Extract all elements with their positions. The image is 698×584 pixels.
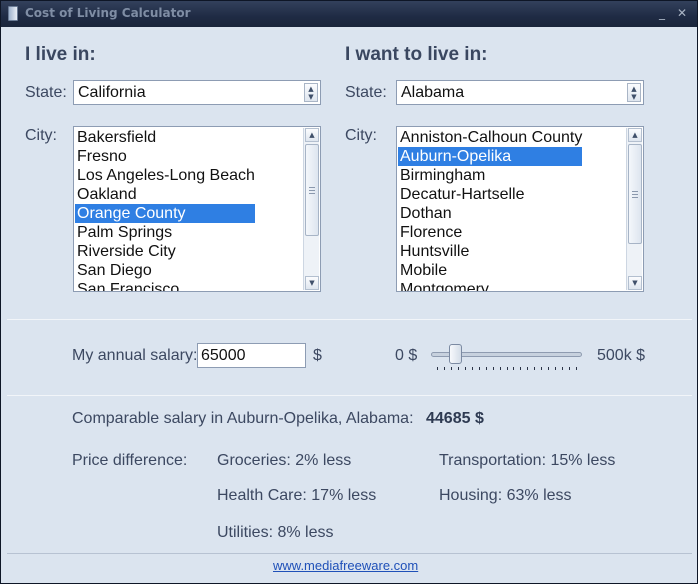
right-state-label: State: bbox=[345, 84, 387, 101]
left-state-value: California bbox=[78, 84, 146, 101]
left-state-select[interactable]: California ▲ ▼ bbox=[73, 80, 321, 105]
scroll-thumb[interactable] bbox=[305, 144, 319, 236]
right-state-value: Alabama bbox=[401, 84, 465, 101]
comparable-salary-value: 44685 $ bbox=[426, 410, 484, 427]
list-item[interactable]: Mobile bbox=[398, 261, 582, 280]
slider-tick bbox=[555, 367, 557, 370]
right-city-scrollbar[interactable]: ▲ ▼ bbox=[626, 128, 642, 290]
slider-tick bbox=[492, 367, 494, 370]
slider-tick bbox=[527, 367, 529, 370]
right-city-list[interactable]: Anniston-Calhoun County Auburn-Opelika Bir… bbox=[396, 126, 644, 292]
slider-max-label: 500k $ bbox=[597, 347, 646, 364]
slider-min-label: 0 $ bbox=[395, 347, 418, 364]
salary-slider-thumb[interactable] bbox=[448, 344, 462, 364]
left-state-label: State: bbox=[25, 84, 67, 101]
list-item[interactable]: Riverside City bbox=[75, 242, 255, 261]
list-item[interactable]: San Diego bbox=[75, 261, 255, 280]
slider-tick bbox=[478, 367, 480, 370]
slider-tick bbox=[506, 367, 508, 370]
list-item[interactable]: Fresno bbox=[75, 147, 255, 166]
left-city-scrollbar[interactable]: ▲ ▼ bbox=[303, 128, 319, 290]
salary-currency: $ bbox=[313, 347, 322, 364]
divider bbox=[7, 319, 692, 320]
list-item[interactable]: Huntsville bbox=[398, 242, 582, 261]
slider-tick bbox=[569, 367, 571, 370]
live-in-heading: I live in: bbox=[25, 44, 96, 65]
groceries-diff: Groceries: 2% less bbox=[217, 452, 352, 469]
list-item[interactable]: San Francisco bbox=[75, 280, 255, 291]
list-item[interactable]: Oakland bbox=[75, 185, 255, 204]
list-item[interactable]: Montgomery bbox=[398, 280, 582, 291]
right-state-select[interactable]: Alabama ▲ ▼ bbox=[396, 80, 644, 105]
slider-tick bbox=[443, 367, 445, 370]
list-item[interactable]: Auburn-Opelika bbox=[398, 147, 583, 166]
left-city-label: City: bbox=[25, 127, 57, 144]
scroll-up-icon[interactable]: ▲ bbox=[305, 128, 319, 142]
want-to-live-heading: I want to live in: bbox=[345, 44, 488, 65]
slider-tick bbox=[499, 367, 501, 370]
comparable-salary-label: Comparable salary in Auburn-Opelika, Ala… bbox=[72, 410, 414, 427]
slider-tick bbox=[541, 367, 543, 370]
slider-tick bbox=[464, 367, 466, 370]
list-item[interactable]: Bakersfield bbox=[75, 128, 255, 147]
transportation-diff: Transportation: 15% less bbox=[439, 452, 616, 469]
list-item[interactable]: Decatur-Hartselle bbox=[398, 185, 582, 204]
utilities-diff: Utilities: 8% less bbox=[217, 524, 334, 541]
salary-input[interactable]: 65000 bbox=[197, 343, 306, 368]
app-window: Cost of Living Calculator _ ✕ I live in:… bbox=[0, 0, 698, 584]
title-bar[interactable]: Cost of Living Calculator _ ✕ bbox=[1, 1, 697, 27]
slider-tick bbox=[562, 367, 564, 370]
list-item[interactable]: Dothan bbox=[398, 204, 582, 223]
slider-tick bbox=[520, 367, 522, 370]
scroll-down-icon[interactable]: ▼ bbox=[628, 276, 642, 290]
list-item[interactable]: Orange County bbox=[75, 204, 255, 223]
slider-tick bbox=[534, 367, 536, 370]
right-city-items: Anniston-Calhoun County Auburn-Opelika Bir… bbox=[398, 128, 583, 291]
slider-tick bbox=[437, 367, 438, 370]
salary-value: 65000 bbox=[201, 347, 246, 364]
slider-tick bbox=[471, 367, 473, 370]
left-city-items: Bakersfield Fresno Los Angeles-Long Beach O… bbox=[75, 128, 255, 291]
slider-tick bbox=[450, 367, 452, 370]
minimize-button[interactable]: _ bbox=[653, 4, 671, 22]
health-care-diff: Health Care: 17% less bbox=[217, 487, 377, 504]
list-item[interactable]: Florence bbox=[398, 223, 582, 242]
list-item[interactable]: Palm Springs bbox=[75, 223, 255, 242]
divider bbox=[7, 395, 692, 396]
slider-tick bbox=[548, 367, 550, 370]
app-icon bbox=[8, 6, 18, 21]
slider-tick bbox=[485, 367, 487, 370]
scroll-thumb[interactable] bbox=[628, 144, 642, 244]
slider-tick bbox=[576, 367, 577, 370]
website-link[interactable]: www.mediafreeware.com bbox=[273, 558, 418, 573]
right-state-spin-icon[interactable]: ▲ ▼ bbox=[627, 83, 641, 102]
salary-label: My annual salary: bbox=[72, 347, 198, 364]
scroll-down-icon[interactable]: ▼ bbox=[305, 276, 319, 290]
slider-tick bbox=[513, 367, 515, 370]
footer: www.mediafreeware.com bbox=[7, 553, 692, 579]
list-item[interactable]: Los Angeles-Long Beach bbox=[75, 166, 255, 185]
housing-diff: Housing: 63% less bbox=[439, 487, 572, 504]
list-item[interactable]: Birmingham bbox=[398, 166, 582, 185]
slider-tick bbox=[457, 367, 459, 370]
price-difference-label: Price difference: bbox=[72, 452, 188, 469]
main-panel: I live in: State: California ▲ ▼ City: Ba… bbox=[7, 27, 692, 579]
scroll-up-icon[interactable]: ▲ bbox=[628, 128, 642, 142]
left-state-spin-icon[interactable]: ▲ ▼ bbox=[304, 83, 318, 102]
window-title: Cost of Living Calculator bbox=[25, 6, 191, 20]
right-city-label: City: bbox=[345, 127, 377, 144]
close-button[interactable]: ✕ bbox=[673, 4, 691, 22]
left-city-list[interactable]: Bakersfield Fresno Los Angeles-Long Beach O… bbox=[73, 126, 321, 292]
list-item[interactable]: Anniston-Calhoun County bbox=[398, 128, 582, 147]
